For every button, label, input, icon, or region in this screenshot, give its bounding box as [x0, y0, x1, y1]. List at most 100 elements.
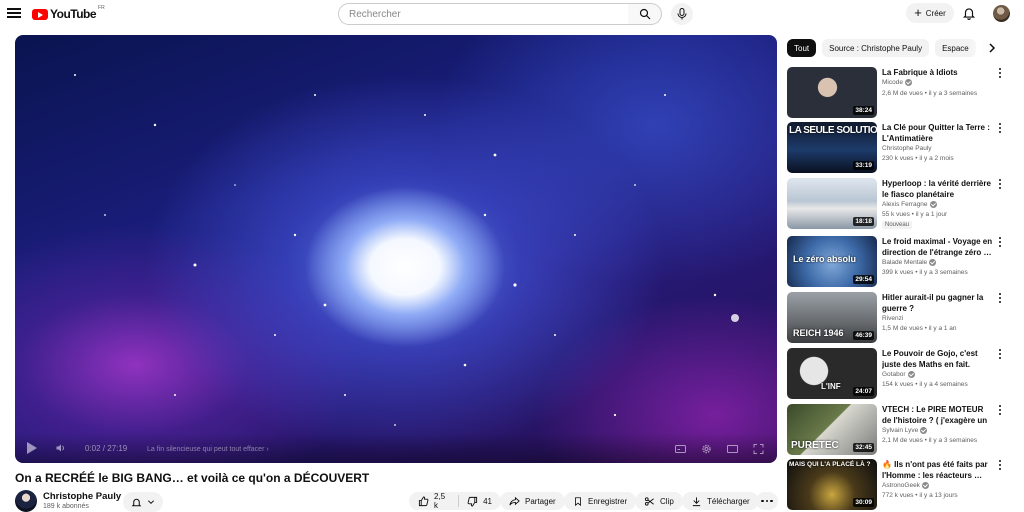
play-icon[interactable]	[27, 442, 37, 454]
channel-name[interactable]: Alexis Ferragne	[882, 201, 928, 208]
download-button[interactable]: Télécharger	[682, 492, 759, 510]
channel-name[interactable]: Rivenzi	[882, 315, 903, 322]
video-duration: 38:24	[853, 106, 874, 115]
video-meta: 2,6 M de vues • il y a 3 semaines	[882, 90, 978, 97]
channel-name[interactable]: Sylvain Lyve	[882, 427, 918, 434]
recommendation-item[interactable]: LA SEULE SOLUTION 33:19 La Clé pour Quitte…	[787, 122, 1009, 174]
recommendation-item[interactable]: Le zéro absolu 29:54 Le froid maximal - Vo…	[787, 236, 1009, 288]
more-vertical-icon[interactable]	[997, 123, 1003, 135]
video-frame	[74, 74, 739, 426]
channel-name[interactable]: Balade Mentale	[882, 259, 927, 266]
video-thumbnail[interactable]: Le zéro absolu 29:54	[787, 236, 877, 287]
video-thumbnail[interactable]: 18:18	[787, 178, 877, 229]
video-duration: 24:07	[853, 387, 874, 396]
create-button[interactable]: + Créer	[906, 3, 954, 23]
dislike-icon[interactable]	[467, 496, 478, 507]
create-label: Créer	[925, 8, 946, 18]
youtube-logo[interactable]: YouTube FR	[32, 5, 105, 21]
save-button[interactable]: Enregistrer	[564, 492, 637, 510]
like-icon[interactable]	[418, 495, 429, 507]
more-vertical-icon[interactable]	[997, 68, 1003, 80]
video-title[interactable]: La Fabrique à Idiots	[882, 67, 994, 78]
more-vertical-icon[interactable]	[997, 293, 1003, 305]
channel-line: Gotabor	[882, 371, 915, 378]
video-meta: 1,5 M de vues • il y a 1 an	[882, 325, 957, 332]
recommendation-item[interactable]: 18:18 Hyperloop : la vérité derrière le f…	[787, 178, 1009, 230]
video-title[interactable]: Le froid maximal - Voyage en direction d…	[882, 236, 994, 258]
recommendation-item[interactable]: 38:24 La Fabrique à Idiots Micode 2,6 M de …	[787, 67, 1009, 119]
channel-line: Sylvain Lyve	[882, 427, 928, 434]
chip-all[interactable]: Tout	[787, 39, 817, 57]
video-title[interactable]: La Clé pour Quitter la Terre : L'Antimat…	[882, 122, 994, 144]
recommendation-item[interactable]: L'INF 24:07 Le Pouvoir de Gojo, c'est just…	[787, 348, 1009, 400]
channel-line: AstronoGeek	[882, 482, 929, 489]
recommendation-item[interactable]: REICH 1946 46:39 Hitler aurait-il pu gagne…	[787, 292, 1009, 344]
chip-source[interactable]: Source : Christophe Pauly	[822, 39, 930, 57]
video-thumbnail[interactable]: LA SEULE SOLUTION 33:19	[787, 122, 877, 173]
channel-name[interactable]: Micode	[882, 79, 903, 86]
thumbnail-text: LA SEULE SOLUTION	[789, 125, 877, 136]
video-thumbnail[interactable]: PURETEC 32:45	[787, 404, 877, 455]
search-input[interactable]: Rechercher	[338, 3, 629, 25]
download-label: Télécharger	[707, 496, 750, 506]
video-duration: 18:18	[853, 217, 874, 226]
more-vertical-icon[interactable]	[997, 349, 1003, 361]
channel-name[interactable]: Christophe Pauly	[43, 491, 121, 502]
time-display: 0:02 / 27:19	[85, 444, 128, 453]
channel-avatar[interactable]	[15, 490, 37, 512]
microphone-icon	[677, 8, 687, 20]
bell-icon	[131, 498, 142, 506]
chevron-right-icon[interactable]	[986, 42, 998, 54]
channel-name[interactable]: Gotabor	[882, 371, 906, 378]
youtube-play-icon	[32, 8, 48, 20]
video-thumbnail[interactable]: MAIS QUI L'A PLACÉ LÀ ? 30:09	[787, 459, 877, 510]
video-title[interactable]: Hyperloop : la vérité derrière le fiasco…	[882, 178, 994, 200]
bell-icon[interactable]	[962, 6, 976, 20]
chapter-title[interactable]: La fin silencieuse qui peut tout effacer…	[147, 446, 269, 453]
volume-icon[interactable]	[55, 442, 67, 454]
video-title[interactable]: VTECH : Le PIRE MOTEUR de l'histoire ? (…	[882, 404, 994, 426]
thumbnail-text: MAIS QUI L'A PLACÉ LÀ ?	[789, 461, 871, 468]
verified-icon	[904, 79, 912, 86]
fullscreen-icon[interactable]	[752, 443, 765, 455]
recommendation-item[interactable]: PURETEC 32:45 VTECH : Le PIRE MOTEUR de l'…	[787, 404, 1009, 456]
scissors-icon	[644, 496, 654, 506]
account-avatar[interactable]	[993, 5, 1010, 22]
theater-mode-icon[interactable]	[726, 443, 739, 455]
video-duration: 33:19	[853, 161, 874, 170]
search-button[interactable]	[628, 3, 662, 25]
more-actions-button[interactable]	[756, 492, 778, 510]
video-thumbnail[interactable]: 38:24	[787, 67, 877, 118]
save-label: Enregistrer	[588, 496, 628, 506]
clip-button[interactable]: Clip	[635, 492, 683, 510]
channel-name[interactable]: Christophe Pauly	[882, 145, 932, 152]
video-thumbnail[interactable]: REICH 1946 46:39	[787, 292, 877, 343]
channel-name[interactable]: AstronoGeek	[882, 482, 920, 489]
settings-gear-icon[interactable]	[700, 443, 713, 455]
video-title[interactable]: Le Pouvoir de Gojo, c'est juste des Math…	[882, 348, 994, 370]
more-vertical-icon[interactable]	[997, 237, 1003, 249]
share-button[interactable]: Partager	[500, 492, 565, 510]
video-thumbnail[interactable]: L'INF 24:07	[787, 348, 877, 399]
video-player[interactable]: 0:02 / 27:19 La fin silencieuse qui peut…	[15, 35, 777, 463]
notification-button[interactable]	[123, 492, 163, 512]
share-icon	[509, 496, 520, 505]
dislike-count[interactable]: 41	[483, 497, 492, 506]
channel-line: Alexis Ferragne	[882, 201, 937, 208]
recommendation-item[interactable]: MAIS QUI L'A PLACÉ LÀ ? 30:09 🔥 Ils n'ont …	[787, 459, 1009, 511]
menu-icon[interactable]	[6, 6, 22, 22]
video-duration: 30:09	[853, 498, 874, 507]
like-count[interactable]: 2,5 k	[434, 492, 450, 510]
video-title[interactable]: 🔥 Ils n'ont pas été faits par l'Homme : …	[882, 459, 994, 481]
video-meta: 399 k vues • il y a 3 semaines	[882, 269, 968, 276]
more-vertical-icon[interactable]	[997, 179, 1003, 191]
voice-search-button[interactable]	[671, 3, 693, 25]
subtitles-icon[interactable]	[674, 443, 687, 455]
share-label: Partager	[525, 496, 556, 506]
video-title[interactable]: Hitler aurait-il pu gagner la guerre ?	[882, 292, 994, 314]
like-divider	[458, 495, 460, 507]
more-horizontal-icon	[761, 499, 773, 503]
more-vertical-icon[interactable]	[997, 460, 1003, 472]
thumbnail-text: PURETEC	[791, 440, 839, 451]
more-vertical-icon[interactable]	[997, 405, 1003, 417]
